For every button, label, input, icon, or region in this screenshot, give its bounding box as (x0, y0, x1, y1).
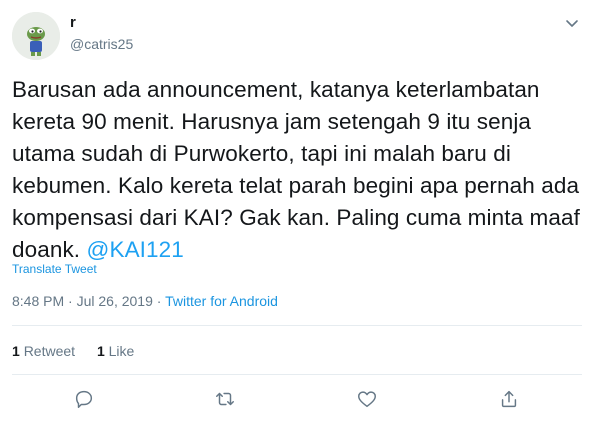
engagement-stats: 1 Retweet 1 Like (12, 343, 152, 359)
author-name[interactable]: r (70, 14, 76, 31)
like-count[interactable]: 1 Like (97, 343, 134, 359)
author-handle[interactable]: @catris25 (70, 36, 133, 52)
divider (12, 325, 582, 326)
like-icon[interactable] (356, 388, 378, 410)
tweet-card: r @catris25 Barusan ada announcement, ka… (0, 0, 594, 425)
pepe-frog-avatar-icon (12, 12, 60, 60)
meta-separator: · (68, 293, 73, 309)
translate-tweet-link[interactable]: Translate Tweet (12, 262, 97, 276)
chevron-down-icon[interactable] (564, 15, 580, 31)
reply-icon[interactable] (73, 388, 95, 410)
like-count-label: Like (108, 343, 135, 359)
tweet-date[interactable]: Jul 26, 2019 (77, 293, 153, 309)
tweet-text: Barusan ada announcement, katanya keterl… (12, 74, 582, 266)
share-icon[interactable] (498, 388, 520, 410)
like-count-value: 1 (96, 343, 105, 359)
avatar[interactable] (12, 12, 60, 60)
tweet-actions (0, 388, 594, 412)
retweet-count-label: Retweet (23, 343, 76, 359)
mention-link[interactable]: @KAI121 (87, 237, 184, 262)
retweet-count[interactable]: 1 Retweet (12, 343, 75, 359)
meta-separator: · (156, 293, 162, 309)
tweet-metadata: 8:48 PM · Jul 26, 2019 · Twitter for And… (12, 293, 278, 309)
tweet-time[interactable]: 8:48 PM (12, 293, 64, 309)
retweet-count-value: 1 (12, 343, 20, 359)
tweet-source-link[interactable]: Twitter for Android (165, 293, 278, 309)
divider (12, 374, 582, 375)
tweet-body: Barusan ada announcement, katanya keterl… (12, 77, 580, 262)
retweet-icon[interactable] (214, 388, 236, 410)
